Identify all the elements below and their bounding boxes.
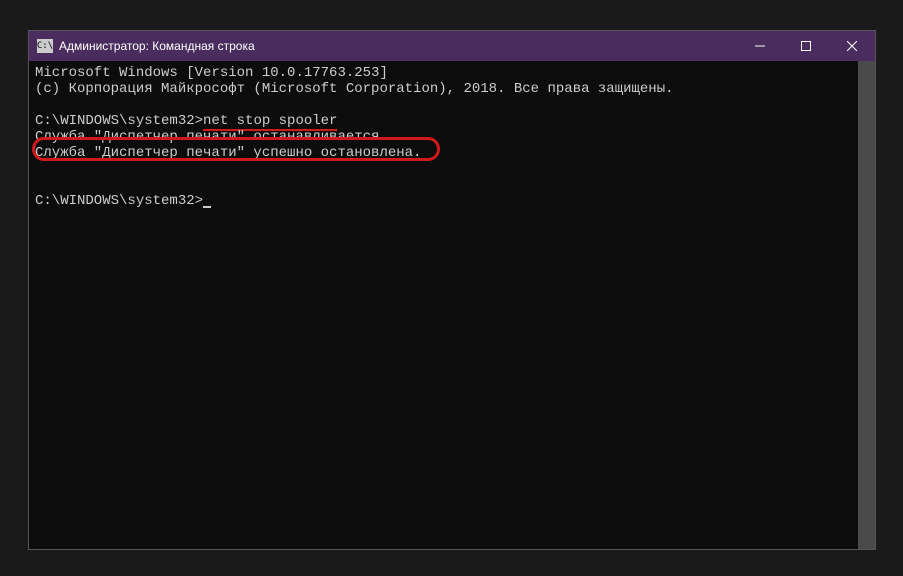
prompt-1: C:\WINDOWS\system32>: [35, 113, 203, 129]
maximize-button[interactable]: [783, 31, 829, 61]
cmd-icon: C:\: [37, 39, 53, 53]
titlebar-left: C:\ Администратор: Командная строка: [37, 39, 255, 53]
scrollbar-thumb[interactable]: [858, 61, 875, 549]
scrollbar[interactable]: [858, 61, 875, 549]
copyright-line: (c) Корпорация Майкрософт (Microsoft Cor…: [35, 81, 869, 97]
output-line-2: Служба "Диспетчер печати" успешно остано…: [35, 145, 869, 161]
prompt-2: C:\WINDOWS\system32>: [35, 193, 203, 209]
output-line-1: Служба "Диспетчер печати" останавливаетс…: [35, 129, 869, 145]
command-line-1: C:\WINDOWS\system32>net stop spooler: [35, 113, 869, 129]
terminal-output[interactable]: Microsoft Windows [Version 10.0.17763.25…: [29, 61, 875, 549]
command-line-2: C:\WINDOWS\system32>: [35, 193, 869, 209]
window-controls: [737, 31, 875, 61]
command-prompt-window: C:\ Администратор: Командная строка Micr…: [28, 30, 876, 550]
minimize-button[interactable]: [737, 31, 783, 61]
window-title: Администратор: Командная строка: [59, 39, 255, 53]
version-line: Microsoft Windows [Version 10.0.17763.25…: [35, 65, 869, 81]
cursor: [203, 206, 211, 208]
close-button[interactable]: [829, 31, 875, 61]
titlebar[interactable]: C:\ Администратор: Командная строка: [29, 31, 875, 61]
